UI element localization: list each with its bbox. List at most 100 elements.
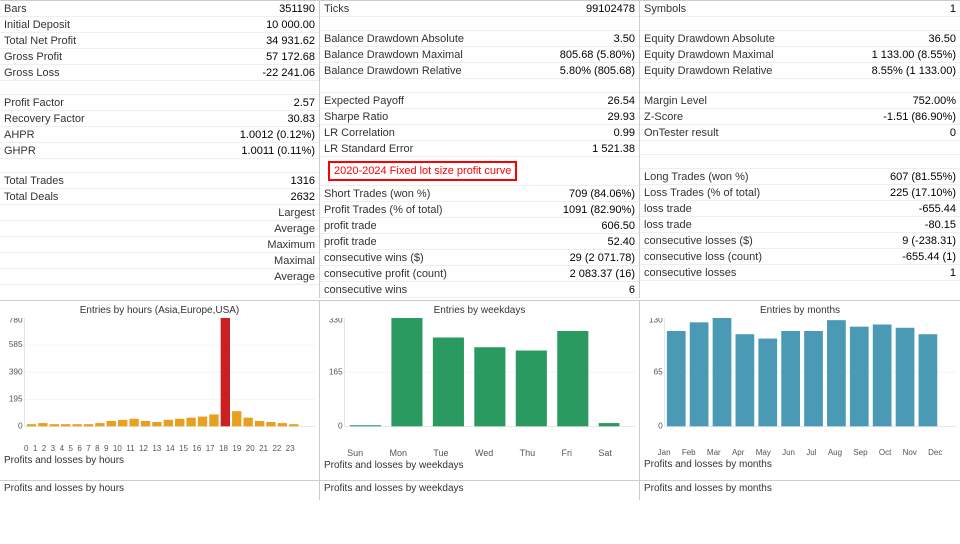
chart3-bottom-label: Profits and losses by months: [644, 459, 956, 470]
stat-label: Total Trades: [4, 175, 287, 187]
stat-label: OnTester result: [644, 127, 946, 139]
stat-label: Maximal: [4, 255, 315, 267]
stats-col3: Symbols 1 Equity Drawdown Absolute 36.50…: [640, 1, 960, 298]
stat-value: 1: [950, 267, 956, 279]
stat-value: 34 931.62: [266, 35, 315, 47]
stat-row: Z-Score -1.51 (86.90%): [640, 109, 960, 125]
stat-row: Equity Drawdown Maximal 1 133.00 (8.55%): [640, 47, 960, 63]
svg-text:0: 0: [338, 420, 343, 430]
stat-row: Expected Payoff 26.54: [320, 93, 639, 109]
stat-row-empty: [0, 81, 319, 95]
stat-value: 6: [629, 284, 635, 296]
svg-text:585: 585: [9, 339, 23, 349]
stat-value: 606.50: [601, 220, 635, 232]
stat-row: Equity Drawdown Relative 8.55% (1 133.00…: [640, 63, 960, 79]
stat-value: 607 (81.55%): [890, 171, 956, 183]
stat-label: Short Trades (won %): [324, 188, 565, 200]
stat-value: 5.80% (805.68): [560, 65, 635, 77]
stat-label: Maximum: [4, 239, 315, 251]
stat-row: Recovery Factor 30.83: [0, 111, 319, 127]
svg-text:780: 780: [9, 318, 23, 324]
stat-row: consecutive loss (count) -655.44 (1): [640, 249, 960, 265]
stat-label: Balance Drawdown Maximal: [324, 49, 556, 61]
stat-label: Balance Drawdown Absolute: [324, 33, 610, 45]
charts-row: Entries by hours (Asia,Europe,USA): [0, 300, 960, 480]
stat-label: consecutive profit (count): [324, 268, 566, 280]
stat-row: Short Trades (won %) 709 (84.06%): [320, 186, 639, 202]
stat-row-empty: [640, 141, 960, 155]
svg-text:65: 65: [653, 366, 663, 376]
stat-row: Balance Drawdown Maximal 805.68 (5.80%): [320, 47, 639, 63]
stat-row: LR Standard Error 1 521.38: [320, 141, 639, 157]
stat-row: Ticks 99102478: [320, 1, 639, 17]
chart2-xlabels: SunMonTueWedThuFriSat: [324, 448, 635, 458]
stat-value: 2 083.37 (16): [570, 268, 635, 280]
stat-label: AHPR: [4, 129, 236, 141]
stat-label: profit trade: [324, 236, 603, 248]
stat-value: 1 521.38: [592, 143, 635, 155]
chart1-svg: 780 585 390 195 0: [4, 318, 315, 448]
stat-label: Profit Trades (% of total): [324, 204, 559, 216]
stat-row: Balance Drawdown Relative 5.80% (805.68): [320, 63, 639, 79]
profits-hours-label: Profits and losses by hours: [0, 481, 320, 500]
stat-value: 29.93: [607, 111, 635, 123]
chart1-area: 780 585 390 195 0: [4, 318, 315, 448]
highlight-row: 2020-2024 Fixed lot size profit curve: [320, 157, 639, 186]
stat-value: -655.44: [919, 203, 956, 215]
stat-value: -22 241.06: [262, 67, 315, 79]
stat-label: Equity Drawdown Absolute: [644, 33, 924, 45]
stat-row-empty: [640, 155, 960, 169]
stat-label: Average: [4, 271, 315, 283]
stat-row: consecutive profit (count) 2 083.37 (16): [320, 266, 639, 282]
stat-label: loss trade: [644, 219, 921, 231]
stat-row: Bars 351190: [0, 1, 319, 17]
stat-row: Margin Level 752.00%: [640, 93, 960, 109]
stat-label: Equity Drawdown Relative: [644, 65, 868, 77]
stat-value: 8.55% (1 133.00): [872, 65, 956, 77]
chart2-bottom-label: Profits and losses by weekdays: [324, 460, 635, 471]
chart1-bottom-label: Profits and losses by hours: [4, 455, 315, 466]
stat-label: Ticks: [324, 3, 582, 15]
stat-value: 10 000.00: [266, 19, 315, 31]
stat-row: Balance Drawdown Absolute 3.50: [320, 31, 639, 47]
stat-label: Profit Factor: [4, 97, 290, 109]
stat-value: 99102478: [586, 3, 635, 15]
stat-row: Symbols 1: [640, 1, 960, 17]
stat-value: 3.50: [614, 33, 635, 45]
stat-row: consecutive wins ($) 29 (2 071.78): [320, 250, 639, 266]
stat-value: 1: [950, 3, 956, 15]
stat-row: loss trade -655.44: [640, 201, 960, 217]
stat-label: Margin Level: [644, 95, 909, 107]
stat-row-empty: [640, 79, 960, 93]
stat-label: Equity Drawdown Maximal: [644, 49, 868, 61]
stat-value: 225 (17.10%): [890, 187, 956, 199]
stat-label: Bars: [4, 3, 275, 15]
svg-text:0: 0: [658, 420, 663, 430]
stats-grid: Bars 351190 Initial Deposit 10 000.00 To…: [0, 0, 960, 298]
stat-value: -80.15: [925, 219, 956, 231]
stats-col1: Bars 351190 Initial Deposit 10 000.00 To…: [0, 1, 320, 298]
stat-label: LR Correlation: [324, 127, 610, 139]
chart2-area: 330 165 0: [324, 318, 635, 448]
stats-col2: Ticks 99102478 Balance Drawdown Absolute…: [320, 1, 640, 298]
stat-value: 752.00%: [913, 95, 956, 107]
stat-label: consecutive loss (count): [644, 251, 898, 263]
stat-value: 1.0011 (0.11%): [241, 145, 315, 157]
stat-row: profit trade 606.50: [320, 218, 639, 234]
chart2-svg: 330 165 0: [324, 318, 635, 448]
stat-row: consecutive losses 1: [640, 265, 960, 281]
stat-label: consecutive losses: [644, 267, 946, 279]
stat-row: Maximum: [0, 237, 319, 253]
stat-label: Largest: [4, 207, 315, 219]
stat-label: Long Trades (won %): [644, 171, 886, 183]
stat-label: Sharpe Ratio: [324, 111, 603, 123]
profits-weekdays-label: Profits and losses by weekdays: [320, 481, 640, 500]
stat-row: GHPR 1.0011 (0.11%): [0, 143, 319, 159]
stat-label: Average: [4, 223, 315, 235]
stat-label: consecutive wins ($): [324, 252, 566, 264]
stat-label: loss trade: [644, 203, 915, 215]
stat-row: OnTester result 0: [640, 125, 960, 141]
stat-value: 0: [950, 127, 956, 139]
stat-value: 2632: [291, 191, 315, 203]
stat-value: 52.40: [607, 236, 635, 248]
